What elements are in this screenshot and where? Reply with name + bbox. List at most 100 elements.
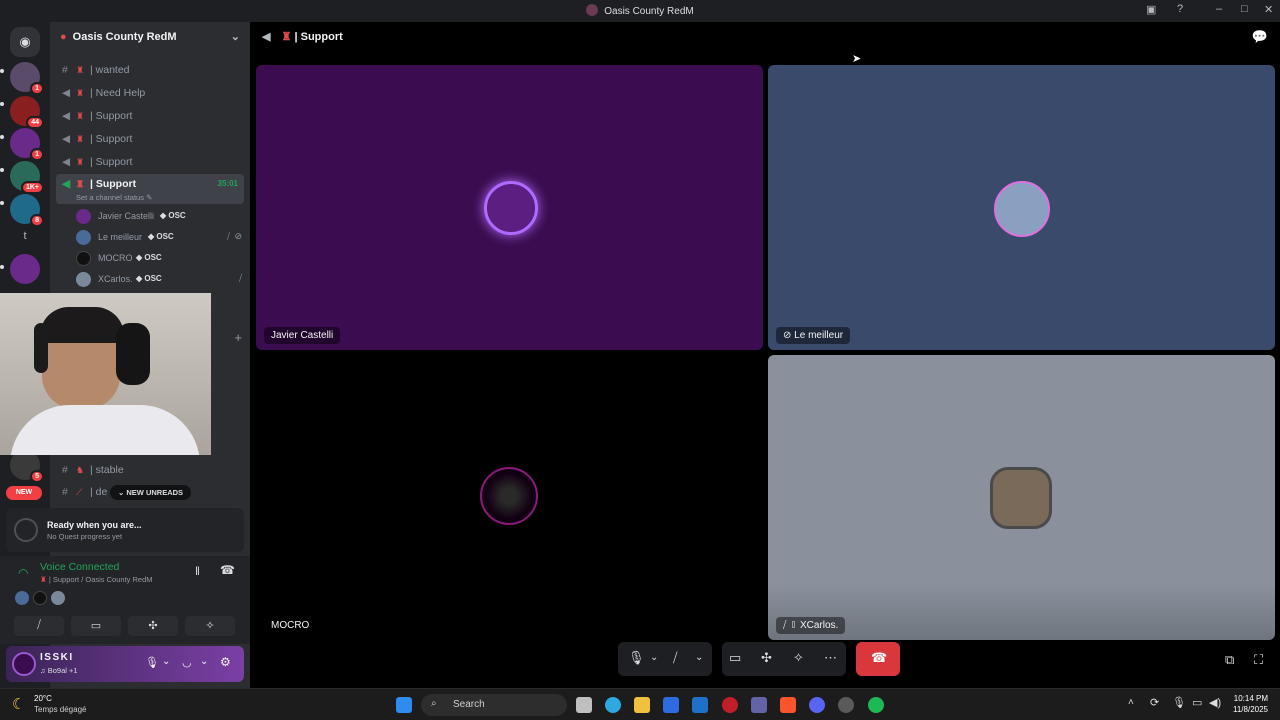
- minimize-button[interactable]: –: [1216, 3, 1222, 15]
- gear-icon[interactable]: ⚙: [220, 655, 231, 669]
- new-unreads-text: NEW UNREADS: [126, 488, 184, 497]
- soundboard-icon[interactable]: ✧: [793, 650, 804, 666]
- screen-share-icon[interactable]: ▭: [729, 650, 741, 666]
- avatar[interactable]: [33, 591, 47, 605]
- quest-card[interactable]: Ready when you are... No Quest progress …: [6, 508, 244, 552]
- weather-temp[interactable]: 20°C: [34, 694, 52, 703]
- fullscreen-icon[interactable]: ⛶: [1254, 652, 1263, 668]
- discord-icon[interactable]: [809, 697, 825, 713]
- soundboard-button[interactable]: ✧: [185, 616, 235, 636]
- channel-label: | wanted: [90, 64, 130, 76]
- channel-support-1[interactable]: ◀ ♜ | Support: [56, 106, 244, 126]
- server-icon-t[interactable]: t: [10, 222, 40, 252]
- unread-pip: [0, 168, 4, 172]
- weather-desc[interactable]: Temps dégagé: [34, 705, 86, 714]
- unread-badge: 5: [30, 470, 44, 483]
- microphone-icon[interactable]: 🎙: [145, 656, 159, 669]
- microphone-icon[interactable]: 🎙: [628, 650, 645, 666]
- chevron-down-icon[interactable]: ⌄: [162, 656, 170, 667]
- task-view-icon[interactable]: [576, 697, 592, 713]
- chevron-down-icon[interactable]: ⌄: [200, 656, 208, 667]
- add-icon[interactable]: +: [234, 330, 242, 345]
- avatar[interactable]: [51, 591, 65, 605]
- voice-user-row[interactable]: XCarlos. ◆ OSC ⧸: [76, 269, 244, 289]
- brave-icon[interactable]: [780, 697, 796, 713]
- close-button[interactable]: ✕: [1264, 3, 1273, 16]
- video-tile-javier[interactable]: Javier Castelli: [256, 65, 763, 350]
- disconnect-icon[interactable]: ☎: [220, 563, 235, 577]
- camera-off-icon[interactable]: ⧸: [673, 650, 677, 666]
- username[interactable]: ISSKI: [40, 652, 74, 663]
- microphone-icon[interactable]: 🎙: [1172, 696, 1186, 709]
- voice-channel[interactable]: ♜ | Support / Oasis County RedM: [40, 575, 153, 584]
- video-tile-mocro[interactable]: MOCRO: [256, 355, 763, 640]
- video-tile-le-meilleur[interactable]: ⊘ Le meilleur: [768, 65, 1275, 350]
- voice-channel-icon: ◀: [62, 178, 71, 190]
- start-icon[interactable]: [396, 697, 412, 713]
- edge-icon[interactable]: [605, 697, 621, 713]
- avatar: [990, 467, 1052, 529]
- channel-support-2[interactable]: ◀ ♜ | Support: [56, 129, 244, 149]
- channel-support-active[interactable]: ◀ ♜ | Support 35:01 Set a channel status ✎: [56, 174, 244, 204]
- channel-status[interactable]: Set a channel status ✎: [76, 193, 152, 202]
- chevron-down-icon[interactable]: ⌄: [231, 30, 240, 43]
- inbox-icon[interactable]: ▣: [1146, 3, 1156, 16]
- noise-suppression-icon[interactable]: ‖: [195, 564, 200, 578]
- disconnect-button[interactable]: ☎: [856, 642, 900, 676]
- voice-channel-text: | Support / Oasis County RedM: [48, 575, 153, 584]
- phone-icon: ▯: [789, 620, 798, 631]
- clock-time[interactable]: 10:14 PM: [1228, 694, 1268, 703]
- app-icon-grey[interactable]: [838, 697, 854, 713]
- tile-name: ⧸ ▯ XCarlos.: [776, 617, 846, 634]
- help-icon[interactable]: ?: [1177, 3, 1183, 15]
- search-box[interactable]: ⌕ Search: [421, 694, 567, 716]
- channel-wanted[interactable]: # ♜ | wanted: [56, 60, 244, 80]
- headset-icon[interactable]: ◡: [182, 656, 192, 669]
- chevron-up-icon[interactable]: ˄: [1128, 697, 1134, 708]
- server-icon-4[interactable]: 1K+: [10, 161, 44, 194]
- spotify-icon[interactable]: [868, 697, 884, 713]
- channel-stable[interactable]: # ♞ | stable: [56, 460, 244, 480]
- avatar: [76, 272, 91, 287]
- more-icon[interactable]: ⋯: [824, 650, 837, 666]
- activities-button[interactable]: ✣: [128, 616, 178, 636]
- voice-user-row[interactable]: MOCRO ◆ OSC: [76, 248, 244, 268]
- chevron-down-icon[interactable]: ⌄: [650, 652, 658, 663]
- server-icon-7[interactable]: [10, 254, 40, 284]
- activities-icon[interactable]: ✣: [761, 650, 772, 666]
- network-icon[interactable]: ▭: [1192, 696, 1202, 709]
- guild-header[interactable]: ● Oasis County RedM ⌄: [50, 22, 250, 52]
- avatar[interactable]: [15, 591, 29, 605]
- maximize-button[interactable]: □: [1241, 3, 1248, 15]
- app-icon-red[interactable]: [722, 697, 738, 713]
- store-icon[interactable]: [663, 697, 679, 713]
- camera-off-button[interactable]: ⧸: [14, 616, 64, 636]
- voice-user-row[interactable]: Le meilleur ◆ OSC ⧸ ⊘: [76, 227, 244, 247]
- server-icon-2[interactable]: 44: [10, 96, 44, 129]
- sync-icon[interactable]: ⟳: [1150, 696, 1159, 709]
- chat-bubble-icon[interactable]: 💬: [1252, 29, 1268, 45]
- chevron-down-icon[interactable]: ⌄: [695, 652, 703, 663]
- new-unreads-pill[interactable]: ⌄ NEW UNREADS: [110, 485, 192, 500]
- volume-icon[interactable]: ◀): [1209, 696, 1221, 709]
- new-pill[interactable]: NEW: [6, 486, 42, 500]
- server-icon-3[interactable]: 1: [10, 128, 44, 161]
- voice-user-row[interactable]: Javier Castelli ◆ OSC: [76, 206, 244, 226]
- avatar: [76, 251, 91, 266]
- outlook-icon[interactable]: [692, 697, 708, 713]
- discord-home-icon[interactable]: ◉: [10, 27, 40, 57]
- voice-user-name: Le meilleur: [98, 232, 143, 242]
- clock-date[interactable]: 11/8/2025: [1228, 705, 1268, 714]
- server-icon-5[interactable]: 8: [10, 194, 44, 227]
- voice-status[interactable]: Voice Connected: [40, 561, 119, 573]
- channel-support-3[interactable]: ◀ ♜ | Support: [56, 152, 244, 172]
- teams-icon[interactable]: [751, 697, 767, 713]
- server-icon-1[interactable]: 1: [10, 62, 44, 95]
- avatar[interactable]: [12, 652, 36, 676]
- channel-need-help[interactable]: ◀ ♜ | Need Help: [56, 83, 244, 103]
- popout-icon[interactable]: ⧉: [1225, 652, 1234, 668]
- video-tile-xcarlos[interactable]: ⧸ ▯ XCarlos.: [768, 355, 1275, 640]
- screen-share-button[interactable]: ▭: [71, 616, 121, 636]
- file-explorer-icon[interactable]: [634, 697, 650, 713]
- unread-pip: [0, 265, 4, 269]
